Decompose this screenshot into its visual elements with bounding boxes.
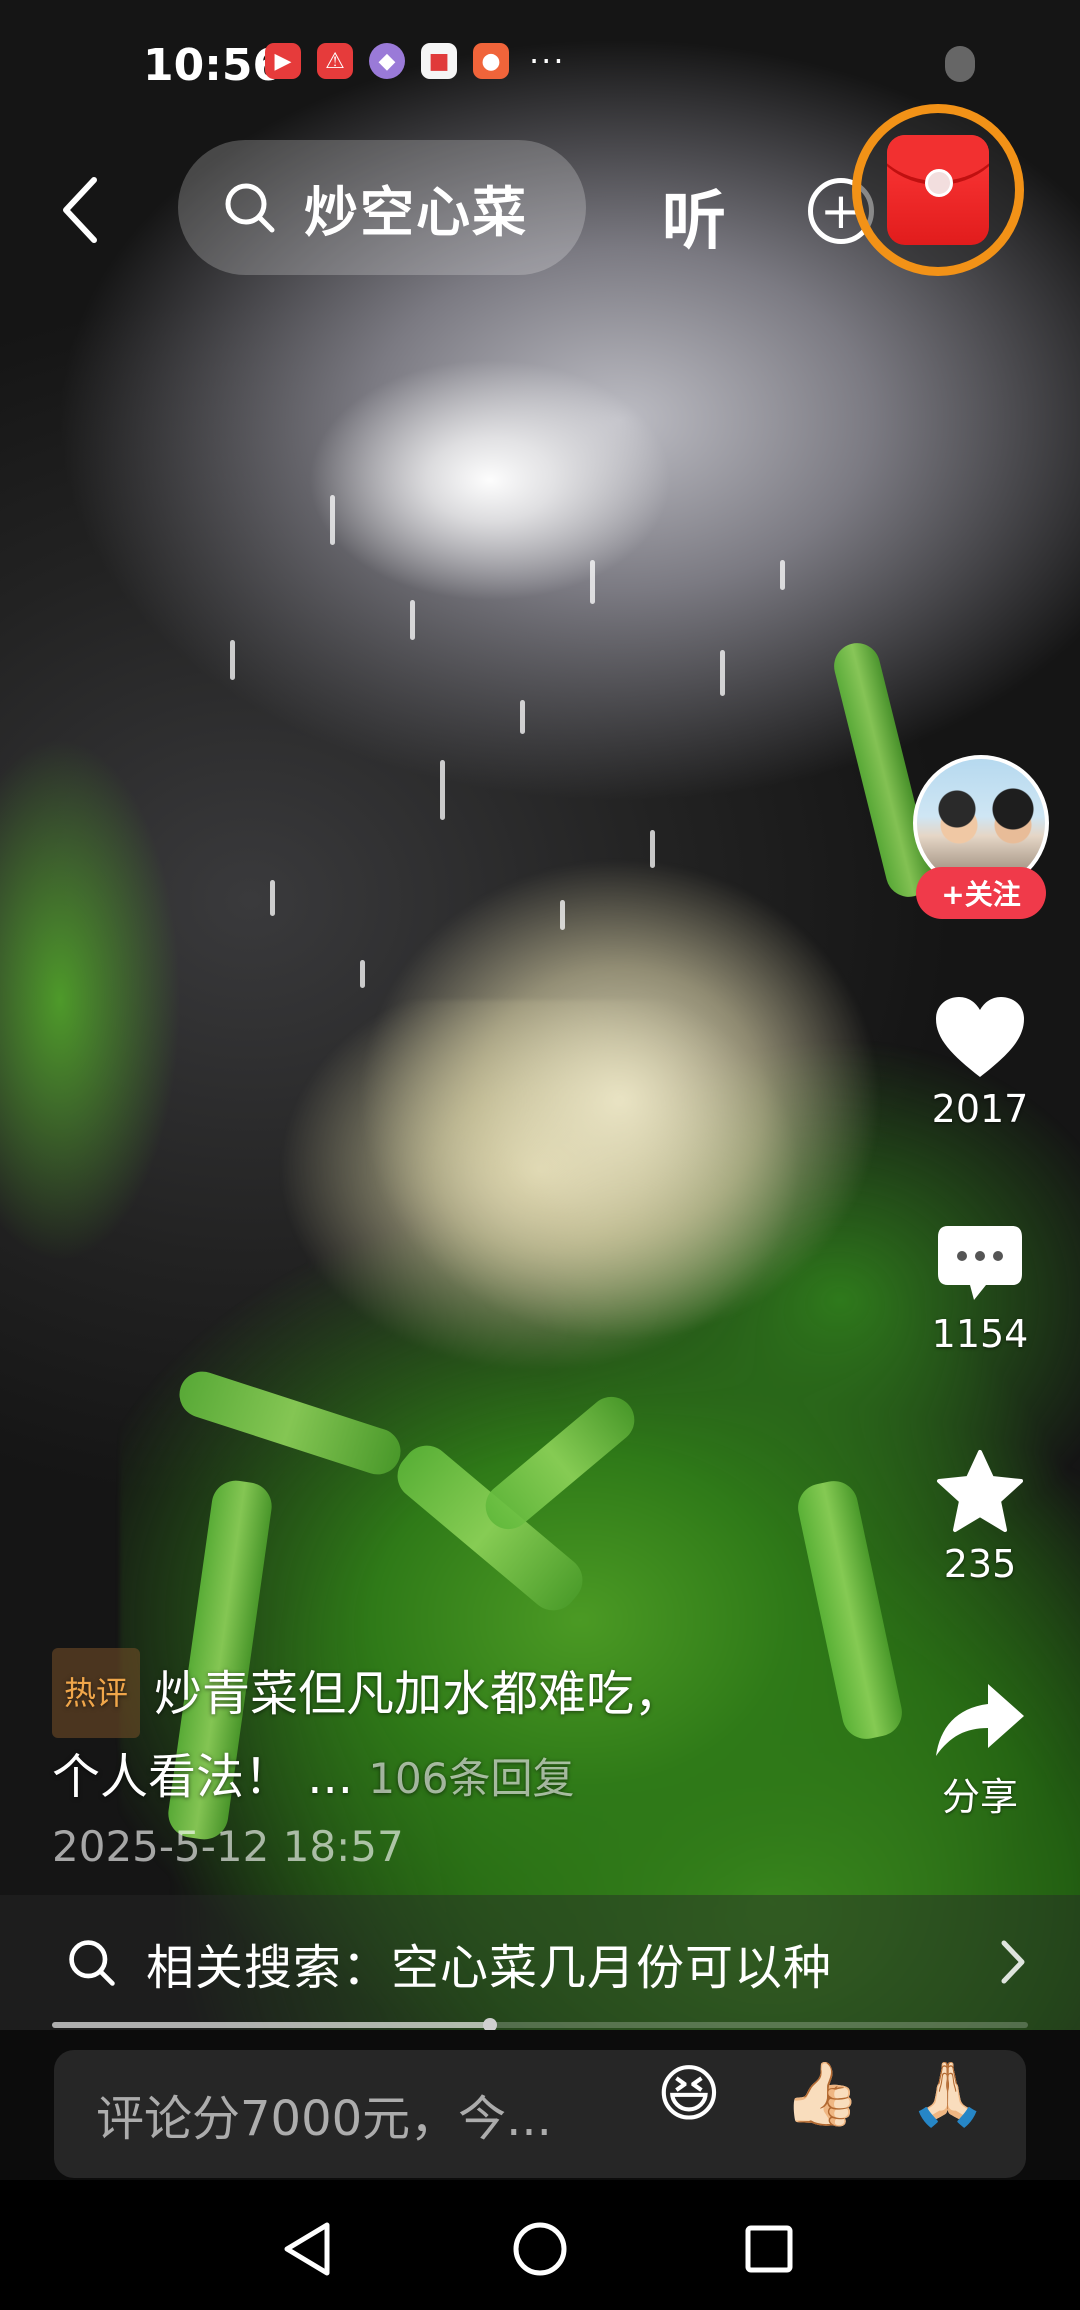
circle-home-icon (513, 2222, 567, 2276)
square-recents-icon (745, 2225, 793, 2273)
star-icon (937, 1450, 1023, 1532)
comment-text-line1: 热评 炒青菜但凡加水都难吃， (52, 1648, 812, 1738)
listen-button[interactable]: 听 (662, 170, 726, 262)
comment-count: 1154 (931, 1312, 1029, 1356)
thumbs-up-emoji-button[interactable]: 👍🏻 (783, 2058, 860, 2130)
water-drop (230, 640, 235, 680)
water-drop (560, 900, 565, 930)
water-drop (780, 560, 785, 590)
comment-button[interactable]: 1154 (905, 1222, 1055, 1356)
hot-comment-tag: 热评 (52, 1648, 141, 1738)
camera-cutout (945, 46, 975, 82)
comment-body-2: 个人看法！ (52, 1749, 293, 1805)
water-drop (410, 600, 415, 640)
status-bar: 10:56 ▶ ⚠ ◆ ■ ● ··· (0, 30, 1080, 100)
hot-comment[interactable]: 热评 炒青菜但凡加水都难吃， 个人看法！ ... 106条回复 2025-5-12… (52, 1648, 812, 1871)
heart-icon (936, 997, 1024, 1077)
share-button[interactable]: 分享 (905, 1680, 1055, 1821)
chevron-right-icon (1001, 1940, 1025, 1984)
video-app-icon: ▶ (265, 43, 301, 79)
search-box[interactable]: 炒空心菜 (178, 140, 586, 275)
red-packet-button[interactable] (852, 104, 1024, 276)
author-avatar-group[interactable]: +关注 (913, 755, 1049, 925)
triangle-back-icon (284, 2222, 330, 2276)
comment-placeholder: 评论分7000元，今... (96, 2091, 552, 2147)
more-notifications-icon: ··· (529, 42, 566, 80)
shop-app-icon: ● (473, 43, 509, 79)
water-drop (720, 650, 725, 696)
video-garlic (360, 860, 920, 1380)
favorite-count: 235 (943, 1542, 1017, 1586)
favorite-button[interactable]: 235 (905, 1448, 1055, 1586)
browser-app-icon: ◆ (369, 43, 405, 79)
back-chevron-icon (63, 177, 97, 243)
search-query: 炒空心菜 (304, 181, 528, 244)
system-nav-bar (0, 2180, 1080, 2310)
notification-icons: ▶ ⚠ ◆ ■ ● ··· (265, 42, 566, 80)
water-drop (360, 960, 365, 988)
comment-input[interactable]: 评论分7000元，今... (54, 2050, 1026, 2178)
back-button[interactable] (50, 170, 110, 250)
red-packet-icon (887, 135, 989, 245)
like-count: 2017 (931, 1087, 1029, 1131)
like-button[interactable]: 2017 (905, 993, 1055, 1131)
water-drop (270, 880, 275, 916)
comment-ellipsis: ... (292, 1749, 369, 1805)
search-icon (225, 183, 275, 232)
alert-app-icon: ⚠ (317, 43, 353, 79)
follow-button[interactable]: +关注 (916, 867, 1046, 919)
nav-back-button[interactable] (272, 2214, 342, 2284)
top-bar: 炒空心菜 听 + (0, 104, 1080, 280)
comment-date: 2025-5-12 18:57 (52, 1822, 404, 1871)
reader-app-icon: ■ (421, 43, 457, 79)
water-drop (520, 700, 525, 734)
related-search-text: 相关搜索：空心菜几月份可以种 (146, 1939, 833, 1996)
nav-home-button[interactable] (505, 2214, 575, 2284)
water-drop (650, 830, 655, 868)
water-drop (440, 760, 445, 820)
search-icon (69, 1939, 115, 1986)
comment-input-area: 评论分7000元，今... 😆 👍🏻 🙏🏻 (0, 2030, 1080, 2180)
laugh-emoji-button[interactable]: 😆 (653, 2058, 725, 2130)
share-arrow-icon (936, 1684, 1024, 1756)
water-drop (590, 560, 595, 604)
comment-text-line2: 个人看法！ ... 106条回复 (52, 1738, 812, 1818)
related-search-bar[interactable]: 相关搜索：空心菜几月份可以种 (0, 1895, 1080, 2030)
progress-fill (52, 2018, 498, 2032)
comment-body-1: 炒青菜但凡加水都难吃， (154, 1666, 683, 1722)
reply-count[interactable]: 106条回复 (368, 1754, 574, 1803)
video-progress-bar[interactable] (52, 2018, 1028, 2032)
water-drop (330, 495, 335, 545)
nav-recents-button[interactable] (734, 2214, 804, 2284)
comment-icon (938, 1226, 1022, 1300)
share-label: 分享 (941, 1775, 1018, 1819)
status-time: 10:56 (143, 40, 284, 91)
pray-emoji-button[interactable]: 🙏🏻 (909, 2058, 986, 2130)
